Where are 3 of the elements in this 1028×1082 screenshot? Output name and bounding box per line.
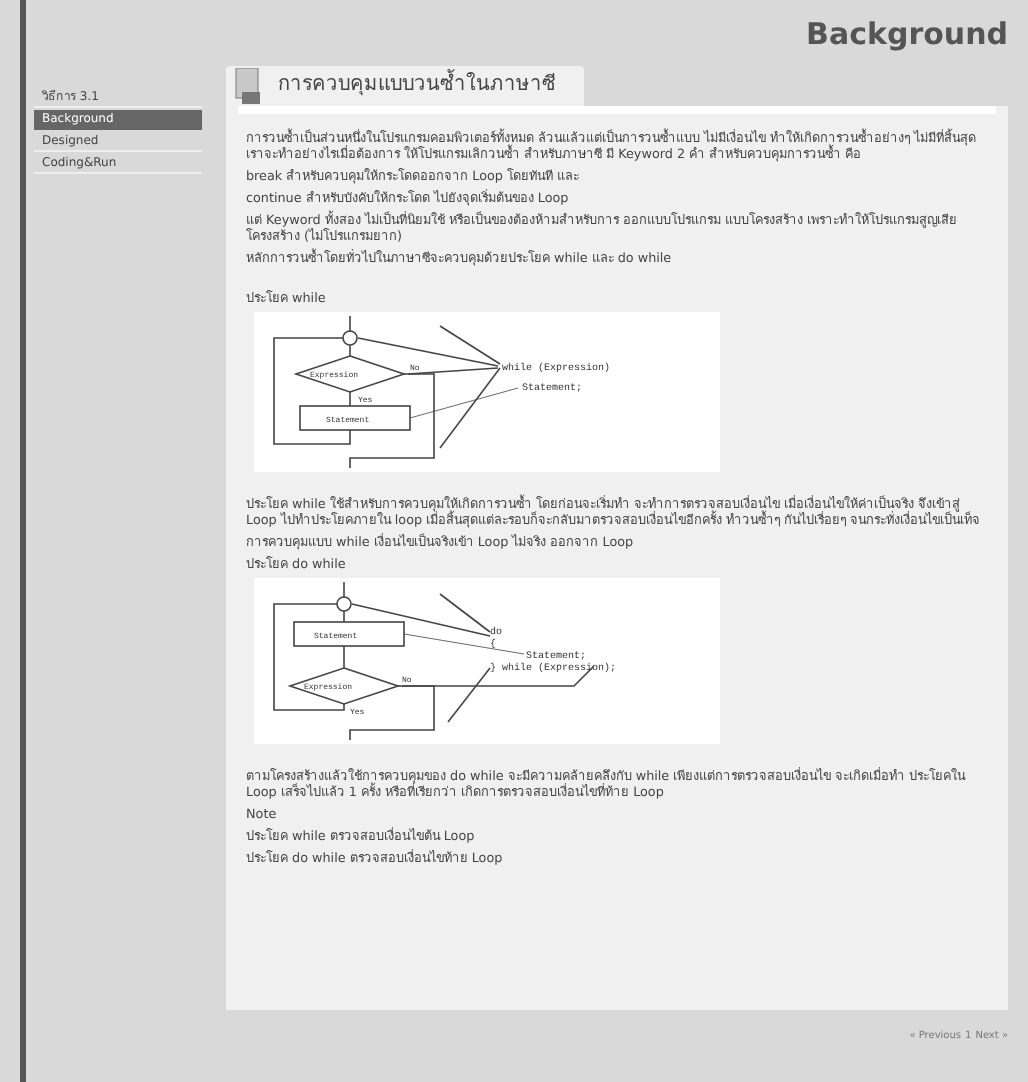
- page-title: Background: [806, 14, 1008, 56]
- book-icon: [234, 67, 266, 103]
- section-heading: การควบคุมแบบวนซ้ำในภาษาซี: [278, 70, 556, 100]
